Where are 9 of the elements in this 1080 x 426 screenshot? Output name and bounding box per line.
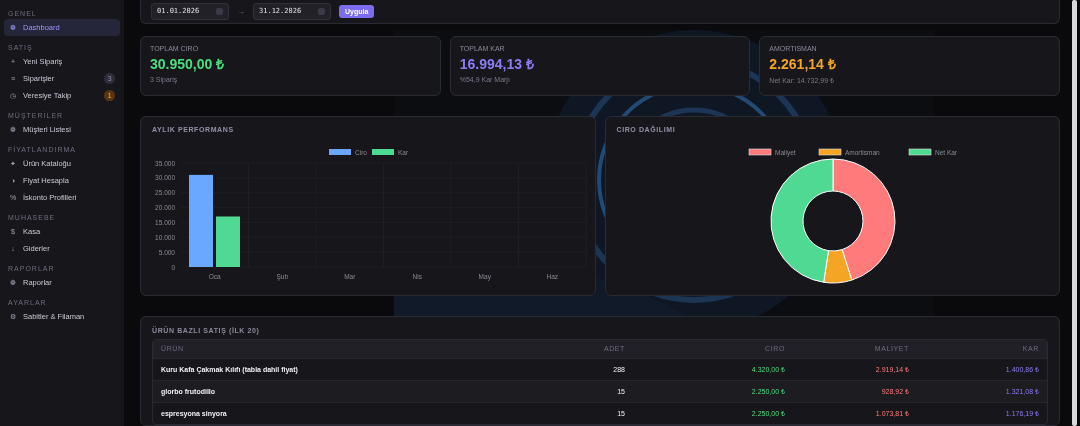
stat-value: 2.261,14 ₺ <box>769 54 836 73</box>
stat-value: 30.950,00 ₺ <box>150 54 225 73</box>
stat-value: 16.994,13 ₺ <box>459 54 534 73</box>
arrow-icon: → <box>237 6 245 16</box>
legend-swatch <box>908 148 931 156</box>
legend-swatch <box>748 148 771 156</box>
calendar-icon <box>318 7 325 15</box>
legend-swatch <box>818 148 841 156</box>
calendar-icon <box>216 7 223 15</box>
